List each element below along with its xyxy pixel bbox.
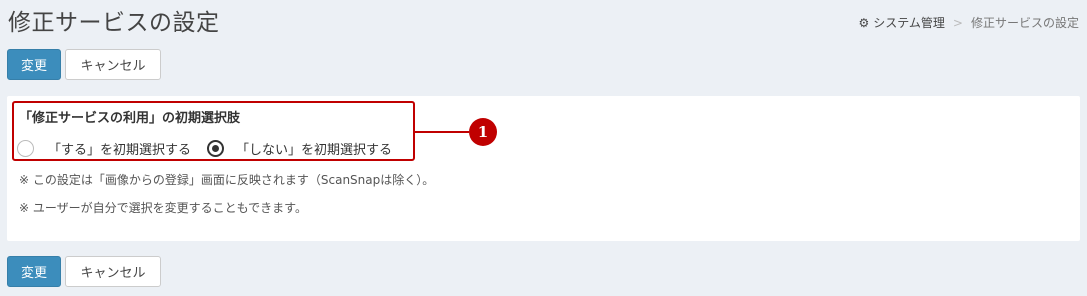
note-user-change: ※ ユーザーが自分で選択を変更することもできます。 <box>19 201 307 215</box>
save-button[interactable]: 変更 <box>7 49 61 80</box>
cancel-button-bottom[interactable]: キャンセル <box>65 256 161 287</box>
breadcrumb-parent[interactable]: システム管理 <box>873 14 945 31</box>
breadcrumb-separator: > <box>952 15 963 30</box>
highlight-box <box>12 101 415 161</box>
gear-icon: ⚙ <box>858 15 870 30</box>
callout-marker: 1 <box>469 118 497 146</box>
cancel-button[interactable]: キャンセル <box>65 49 161 80</box>
page-title: 修正サービスの設定 <box>8 10 220 36</box>
breadcrumb-current: 修正サービスの設定 <box>970 16 1079 30</box>
callout-line <box>415 131 469 133</box>
breadcrumb: ⚙ システム管理 > 修正サービスの設定 <box>859 14 1079 31</box>
save-button-bottom[interactable]: 変更 <box>7 256 61 287</box>
note-reflection: ※ この設定は「画像からの登録」画面に反映されます（ScanSnapは除く）。 <box>19 173 435 187</box>
top-button-row: 変更 キャンセル <box>7 49 161 80</box>
bottom-button-row: 変更 キャンセル <box>7 256 161 287</box>
